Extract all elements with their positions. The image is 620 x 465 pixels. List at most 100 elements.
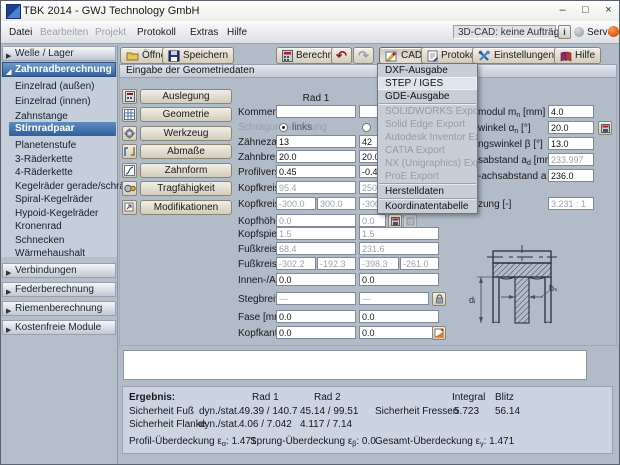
sidebar-item-spiral-kegelraeder[interactable]: Spiral-Kegelräder [15, 193, 93, 206]
save-button[interactable]: Speichern [162, 47, 234, 64]
redo-button: ↷ [353, 47, 374, 64]
cad-export-icon [385, 50, 398, 62]
schraegungswinkel-label: ngswinkel β [°] [478, 139, 543, 150]
geometrie-icon [122, 107, 137, 122]
sidebar-item-kegelraeder[interactable]: Kegelräder gerade/schräg [15, 180, 131, 193]
fase-rad2-input[interactable] [359, 310, 439, 323]
auslegung-button[interactable]: Auslegung [140, 89, 232, 104]
menu-protokoll[interactable]: Protokoll [134, 26, 179, 40]
modifikationen-button[interactable]: Modifikationen [140, 200, 232, 215]
profilverschiebung-rad1-input[interactable] [276, 165, 356, 178]
sicherheit-fressen-blitz: 56.14 [495, 406, 520, 417]
menu-item-herstelldaten[interactable]: Herstelldaten [378, 185, 477, 198]
sidebar-item-3-raederkette[interactable]: 3-Räderkette [15, 153, 73, 166]
innen-aussen-rad2-input[interactable] [359, 273, 439, 286]
sidebar-item-waermehaushalt[interactable]: Wärmehaushalt [15, 247, 85, 260]
menu-extras[interactable]: Extras [187, 26, 221, 40]
links-radio[interactable] [279, 123, 288, 132]
kopfhoehenaend-calc-button[interactable] [388, 214, 402, 228]
menu-item-gde-ausgabe[interactable]: GDE-Ausgabe [378, 90, 477, 103]
sicherheit-fuss-mode: dyn./stat. [199, 406, 240, 417]
gear-cross-section-drawing: dᵢ bₛ [451, 231, 569, 339]
sidebar-header-verbindungen[interactable]: ▶Verbindungen [2, 263, 116, 278]
rechts-radio[interactable] [362, 123, 371, 132]
document-icon [427, 50, 438, 62]
fase-rad1-input[interactable] [276, 310, 356, 323]
cad-dropdown-menu: DXF-Ausgabe STEP / IGES GDE-Ausgabe SOLI… [377, 63, 478, 214]
help-button[interactable]: Hilfe [554, 47, 601, 64]
kopfhoehenaend-rad1-input [276, 214, 356, 227]
normalmodul-input[interactable] [548, 105, 594, 118]
application-window: TBK 2014 - GWJ Technology GmbH – □ × Dat… [0, 0, 620, 465]
eingriffswinkel-calc-button[interactable] [598, 121, 612, 135]
innen-aussen-rad1-input[interactable] [276, 273, 356, 286]
app-logo-icon [6, 4, 21, 19]
server-status-indicator [608, 26, 619, 37]
undo-button[interactable]: ↶ [331, 47, 352, 64]
menu-item-catia-export: CATIA Export [378, 144, 477, 157]
auslegung-icon [122, 89, 137, 104]
fusskreisabmasse-rad2b-input [400, 257, 439, 270]
menu-item-dxf-ausgabe[interactable]: DXF-Ausgabe [378, 64, 477, 77]
minimize-button[interactable]: – [553, 2, 572, 19]
rad1-column-header: Rad 1 [276, 93, 356, 104]
kommentar-rad1-input[interactable] [276, 105, 356, 118]
werkzeug-button[interactable]: Werkzeug [140, 126, 232, 141]
results-col-rad1: Rad 1 [252, 392, 279, 403]
betriebsachsabstand-input[interactable] [548, 169, 594, 182]
close-button[interactable]: × [599, 2, 618, 19]
kopfkantenbruch-rad1-input[interactable] [276, 326, 356, 339]
sidebar-item-planetenstufe[interactable]: Planetenstufe [15, 139, 76, 152]
schraegungswinkel-input[interactable] [548, 137, 594, 150]
sidebar-item-schnecken[interactable]: Schnecken [15, 234, 64, 247]
sidebar-header-riemenberechnung[interactable]: ▶Riemenberechnung [2, 301, 116, 316]
kopfkantenbruch-tool-button[interactable] [432, 326, 446, 340]
eingriffswinkel-label: winkel αn [°] [478, 123, 531, 134]
abmasse-icon [122, 144, 137, 159]
sidebar-item-4-raederkette[interactable]: 4-Räderkette [15, 166, 73, 179]
menu-item-proe-export: ProE Export [378, 170, 477, 183]
stegbreite-rad2-input [359, 292, 429, 305]
menu-hilfe[interactable]: Hilfe [224, 26, 250, 40]
message-textarea[interactable] [123, 350, 587, 380]
sidebar-header-federberechnung[interactable]: ▶Federberechnung [2, 282, 116, 297]
zaehnezahl-rad1-input[interactable] [276, 135, 356, 148]
sidebar-header-zahnradberechnung[interactable]: ◢Zahnradberechnung [2, 62, 116, 77]
zahnbreite-rad1-input[interactable] [276, 150, 356, 163]
chevron-right-icon: ▶ [6, 286, 11, 299]
sidebar-item-kronenrad[interactable]: Kronenrad [15, 220, 62, 233]
sidebar-header-welle-lager[interactable]: ▶Welle / Lager [2, 46, 116, 61]
geometrie-button[interactable]: Geometrie [140, 107, 232, 122]
results-panel: Ergebnis: Rad 1 Rad 2 Integral Blitz Sic… [122, 386, 613, 454]
sidebar-item-hypoid-kegelraeder[interactable]: Hypoid-Kegelräder [15, 207, 98, 220]
stegbreite-lock-button[interactable] [432, 292, 446, 306]
maximize-button[interactable]: □ [576, 2, 595, 19]
menu-item-solidworks-export: SOLIDWORKS Export [378, 105, 477, 118]
sicherheit-fuss-label: Sicherheit Fuß [129, 406, 194, 417]
modifikationen-icon [122, 200, 137, 215]
tragfaehigkeit-button[interactable]: Tragfähigkeit [140, 181, 232, 196]
menu-item-step-iges[interactable]: STEP / IGES [378, 77, 477, 90]
sidebar-header-kostenfreie-module[interactable]: ▶Kostenfreie Module [2, 320, 116, 335]
sidebar-item-einzelrad-innen[interactable]: Einzelrad (innen) [15, 95, 91, 108]
zahnform-button[interactable]: Zahnform [140, 163, 232, 178]
sidebar-item-stirnradpaar[interactable]: Stirnradpaar [9, 122, 116, 136]
tools-icon [478, 50, 491, 62]
menu-item-solid-edge-export: Solid Edge Export [378, 118, 477, 131]
window-title: TBK 2014 - GWJ Technology GmbH [23, 5, 199, 17]
null-achsabstand-label: sabstand ad [mm] [478, 155, 556, 166]
folder-open-icon [126, 50, 139, 61]
sicherheit-fressen-label: Sicherheit Fressen [375, 406, 458, 417]
menu-item-koordinatentabelle[interactable]: Koordinatentabelle [378, 200, 477, 213]
menu-datei[interactable]: Datei [6, 26, 35, 40]
eingriffswinkel-input[interactable] [548, 121, 594, 134]
kopfkantenbruch-rad2-input[interactable] [359, 326, 439, 339]
settings-button[interactable]: Einstellungen [472, 47, 560, 64]
abmasse-button[interactable]: Abmaße [140, 144, 232, 159]
sidebar-item-einzelrad-aussen[interactable]: Einzelrad (außen) [15, 80, 94, 93]
kopfhoehenaend-rad2-input [359, 214, 386, 227]
info-button[interactable]: i [558, 25, 571, 39]
sprung-ueberdeckung: Sprung-Überdeckung εβ: 0.0 [250, 436, 376, 448]
kopfkreis-rad1-input [276, 181, 356, 194]
chevron-right-icon: ▶ [6, 324, 11, 337]
